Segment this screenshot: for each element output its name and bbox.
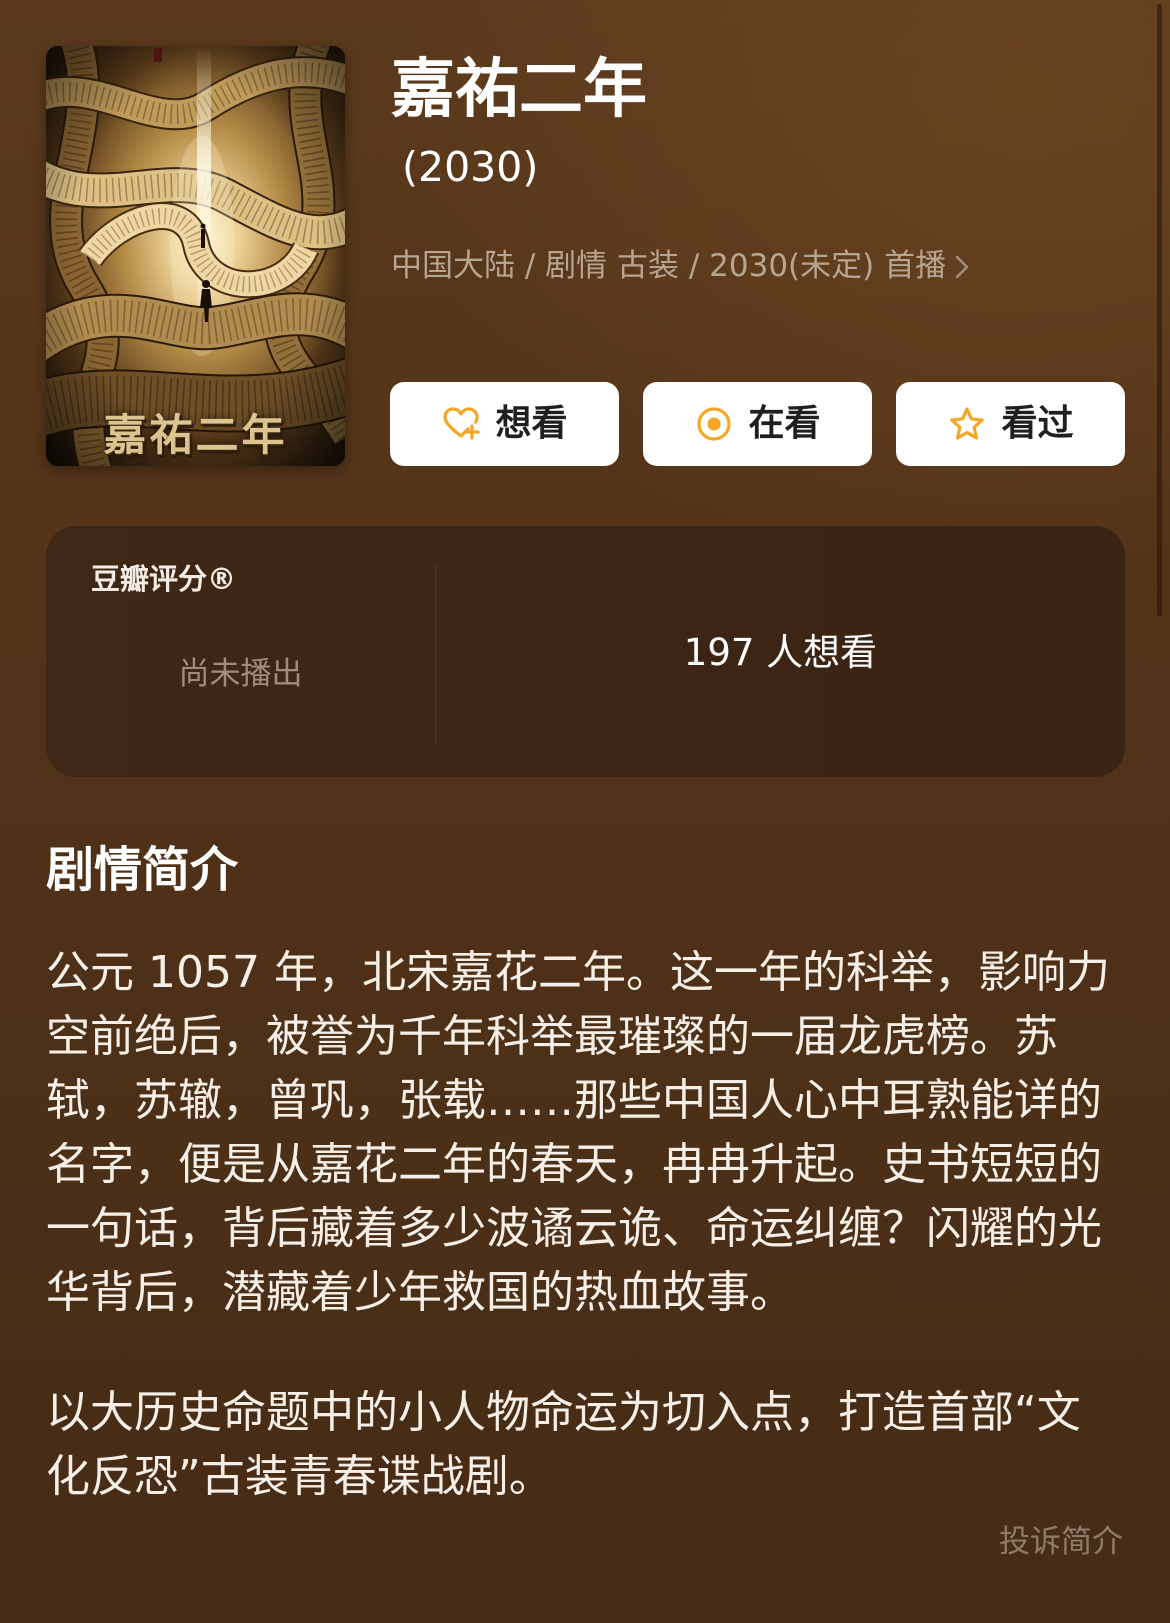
star-icon	[947, 404, 987, 444]
wish-count: 197 人想看	[683, 631, 878, 674]
want-to-watch-button[interactable]: 想看	[390, 382, 619, 466]
chevron-right-icon	[954, 253, 970, 281]
meta-info-text: 中国大陆 / 剧情 古装 / 2030(未定) 首播	[391, 248, 947, 284]
watching-button[interactable]: 在看	[643, 382, 872, 466]
rating-status: 尚未播出	[178, 656, 303, 692]
synopsis-paragraph: 公元 1057 年，北宋嘉花二年。这一年的科举，影响力空前绝后，被誉为千年科举最…	[46, 947, 1110, 1318]
target-icon	[694, 404, 734, 444]
release-year: (2030)	[402, 143, 539, 191]
want-to-watch-label: 想看	[495, 403, 568, 444]
watching-label: 在看	[748, 403, 821, 444]
heart-plus-icon	[441, 404, 481, 444]
poster-artwork	[46, 46, 345, 466]
watched-button[interactable]: 看过	[896, 382, 1125, 466]
synopsis-heading: 剧情简介	[46, 842, 239, 898]
watched-label: 看过	[1001, 403, 1074, 444]
douban-rating-label: 豆瓣评分®	[91, 562, 237, 596]
rating-card[interactable]: 豆瓣评分® 尚未播出 197 人想看	[46, 526, 1125, 777]
report-synopsis-link[interactable]: 投诉简介	[999, 1522, 1123, 1562]
scrollbar[interactable]	[1157, 4, 1162, 616]
page-title: 嘉祐二年	[391, 53, 647, 127]
synopsis-paragraph: 以大历史命题中的小人物命运为切入点，打造首部“文化反恐”古装青春谍战剧。	[46, 1387, 1081, 1502]
poster-title-art: 嘉祐二年	[103, 411, 288, 461]
meta-info-link[interactable]: 中国大陆 / 剧情 古装 / 2030(未定) 首播	[391, 246, 970, 286]
poster-image[interactable]: 嘉祐二年	[46, 46, 345, 466]
